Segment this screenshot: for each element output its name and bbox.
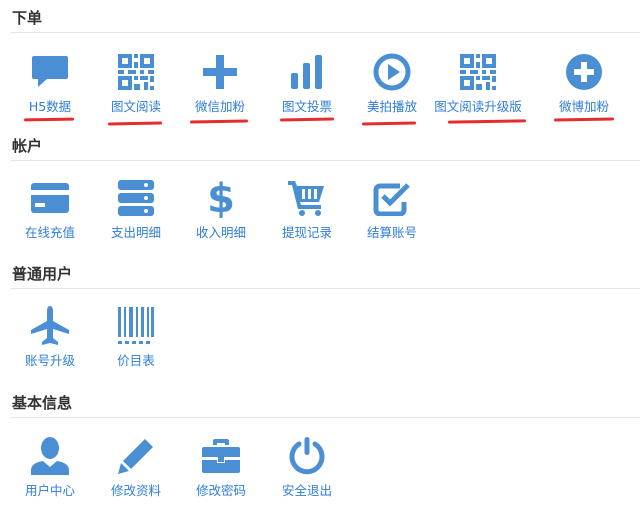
tile-price-list[interactable]: 价目表: [96, 306, 176, 376]
barcode-icon: [116, 306, 156, 346]
tile-safe-logout[interactable]: 安全退出: [267, 436, 347, 506]
section-title-account: 帐户: [12, 137, 43, 155]
section-divider: [10, 288, 640, 289]
pencil-icon: [116, 436, 156, 476]
tile-article-reading-upgrade[interactable]: 图文阅读升级版: [434, 52, 522, 122]
tile-label: 图文阅读升级版: [434, 99, 522, 114]
check-square-icon: [372, 178, 412, 218]
tile-label: 结算账号: [366, 225, 417, 240]
dollar-icon: $: [201, 178, 241, 218]
red-underline: [107, 121, 163, 126]
red-underline: [361, 121, 417, 126]
user-icon: [30, 436, 70, 476]
plus-circle-icon: [564, 52, 604, 92]
svg-text:$: $: [207, 178, 235, 218]
red-underline: [447, 119, 527, 124]
tile-label: 价目表: [117, 353, 155, 368]
play-circle-icon: [372, 52, 412, 92]
section-title-order: 下单: [12, 9, 43, 27]
power-icon: [287, 436, 327, 476]
airplane-icon: [30, 306, 70, 346]
chat-bubble-icon: [30, 52, 70, 92]
briefcase-icon: [201, 436, 241, 476]
cart-icon: [287, 178, 327, 218]
section-divider: [10, 417, 640, 418]
bar-chart-icon: [287, 52, 327, 92]
section-title-basic-info: 基本信息: [12, 394, 73, 412]
tile-weibo-followers[interactable]: 微博加粉: [544, 52, 624, 122]
tile-label: 微博加粉: [558, 99, 609, 114]
tile-label: 安全退出: [281, 483, 332, 498]
section-divider: [10, 160, 640, 161]
qr-code-icon: [458, 52, 498, 92]
server-stack-icon: [116, 178, 156, 218]
tile-settlement-account[interactable]: 结算账号: [352, 178, 432, 248]
section-title-regular-user: 普通用户: [12, 265, 73, 283]
red-underline: [189, 119, 249, 124]
section-divider: [10, 32, 640, 33]
plus-icon: [200, 52, 240, 92]
qr-code-icon: [116, 52, 156, 92]
credit-card-icon: [30, 178, 70, 218]
